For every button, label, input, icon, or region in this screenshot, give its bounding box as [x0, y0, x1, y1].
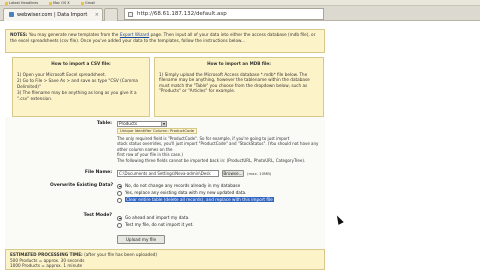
export-wizard-link[interactable]: Export Wizard — [120, 32, 149, 37]
tab-second[interactable] — [104, 8, 118, 21]
processing-time-box: ESTIMATED PROCESSING TIME: (after your f… — [5, 249, 325, 270]
overwrite-option-replace[interactable]: Yes, replace any existing data with my n… — [117, 190, 246, 196]
estimate-line: 1000 Products = approx. 1 minute — [10, 263, 83, 269]
test-mode-label: Test Mode? — [83, 213, 112, 218]
test-option-import[interactable]: Go ahead and import my data. — [117, 215, 190, 221]
address-bar[interactable]: http://68.61.187.132/default.asp — [124, 8, 324, 20]
browse-button[interactable]: Browse... — [222, 170, 244, 177]
tab-bar: webwiser.com | Data Import × http://68.6… — [0, 6, 480, 21]
file-size-limit: (max. 10MB) — [247, 171, 272, 176]
overwrite-label: Overwrite Existing Data? — [50, 183, 114, 188]
table-label: Table: — [96, 121, 112, 126]
csv-step: 1) Open your Microsoft Excel spreadsheet… — [17, 71, 106, 77]
tab-data-import[interactable]: webwiser.com | Data Import × — [3, 8, 103, 21]
csv-heading: How to import a CSV file: — [51, 61, 111, 66]
test-option-test-only[interactable]: Test my file, do not import it yet. — [117, 222, 194, 228]
page-icon — [128, 12, 133, 17]
mail-icon — [81, 1, 84, 5]
upload-button[interactable]: Upload my file — [117, 235, 165, 244]
file-name-label: File Name: — [84, 170, 112, 175]
file-path-input[interactable]: C:\Documents and Settings\Neva-admin\Des… — [117, 170, 219, 177]
radio-selected-icon[interactable] — [117, 183, 122, 189]
table-select[interactable]: Products ▼ — [117, 121, 167, 127]
csv-step: 3) The filename may be anything as long … — [17, 90, 137, 101]
table-notes: The only required field is "ProductCode"… — [117, 136, 319, 163]
site-favicon-icon — [9, 12, 14, 17]
radio-icon[interactable] — [117, 197, 122, 203]
overwrite-option-clear[interactable]: Clear entire table (delete all records),… — [117, 197, 274, 203]
close-tab-icon[interactable]: × — [95, 9, 99, 21]
folder-icon — [49, 1, 52, 5]
mdb-text: 1) Simply upload the Microsoft Access da… — [159, 71, 310, 94]
overwrite-option-no[interactable]: No, do not change any records already in… — [117, 183, 240, 189]
radio-icon[interactable] — [117, 190, 122, 196]
unique-identifier-hint: Unique Identifier Column: ProductCode — [117, 128, 198, 134]
chevron-down-icon: ▼ — [161, 122, 166, 126]
csv-step: 2) Go to File > Save As > and save as ty… — [17, 78, 138, 89]
radio-icon[interactable] — [117, 222, 122, 228]
notes-box: NOTES: You may generate new templates fr… — [5, 29, 325, 53]
radio-selected-icon[interactable] — [117, 215, 122, 221]
mdb-heading: How to import an MDB file: — [207, 61, 271, 66]
csv-instructions-box: How to import a CSV file: 1) Open your M… — [12, 57, 150, 117]
mdb-instructions-box: How to import an MDB file: 1) Simply upl… — [154, 57, 324, 117]
rss-icon — [5, 1, 8, 5]
